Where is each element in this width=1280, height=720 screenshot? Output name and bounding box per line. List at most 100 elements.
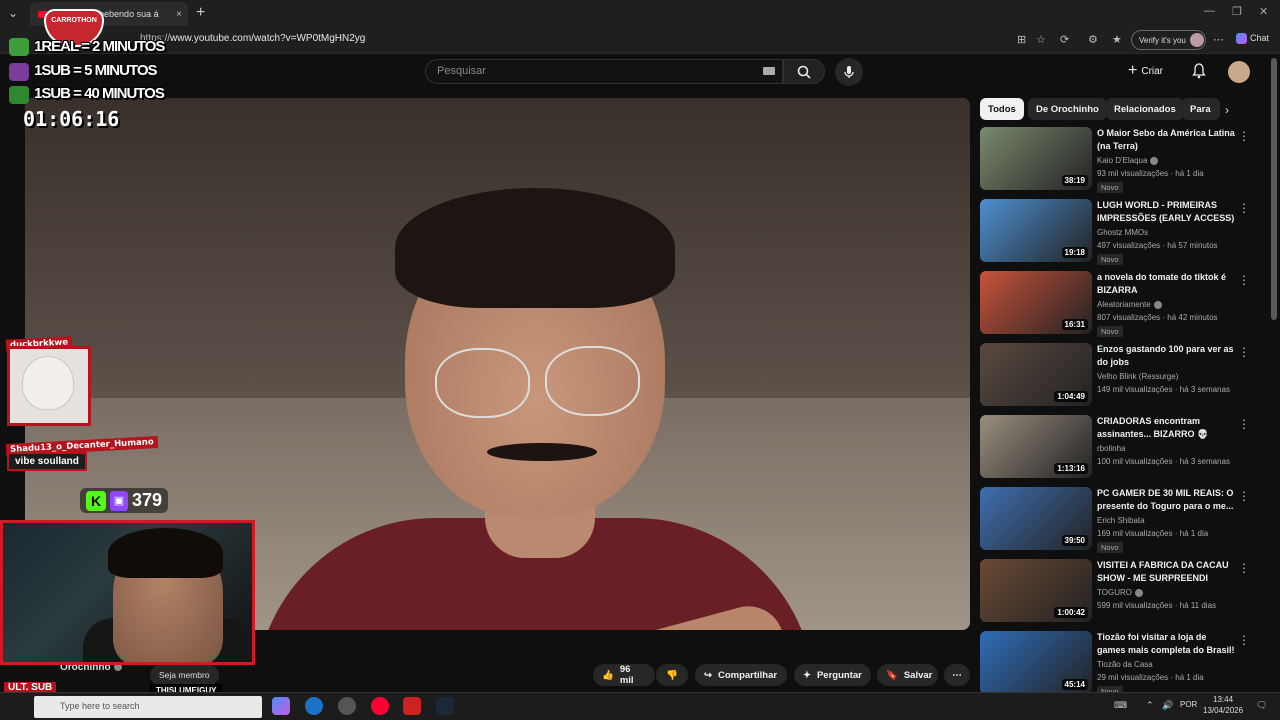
- chip-relacionados[interactable]: Relacionados: [1106, 98, 1184, 120]
- chips-next-chevron-icon[interactable]: ›: [1225, 103, 1229, 117]
- recommendation-item[interactable]: 1:13:16 CRIADORAS encontram assinantes...…: [980, 415, 1250, 481]
- more-options-icon[interactable]: ⋮: [1238, 201, 1250, 215]
- verify-profile-button[interactable]: Verify it's you: [1131, 30, 1206, 50]
- chip-para[interactable]: Para: [1182, 98, 1220, 120]
- obs-app-icon[interactable]: [338, 697, 356, 715]
- app-available-icon[interactable]: ⊞: [1017, 33, 1026, 46]
- video-thumbnail[interactable]: 19:18: [980, 199, 1092, 262]
- recommendation-item[interactable]: 45:14 Tiozão foi visitar a loja de games …: [980, 631, 1250, 697]
- new-tab-button[interactable]: +: [196, 4, 205, 22]
- recommendation-item[interactable]: 19:18 LUGH WORLD - PRIMEIRAS IMPRESSÕES (…: [980, 199, 1250, 265]
- video-thumbnail[interactable]: 1:00:42: [980, 559, 1092, 622]
- url-field[interactable]: https://www.youtube.com/watch?v=WP0tMgHN…: [140, 33, 365, 44]
- video-duration: 16:31: [1061, 319, 1088, 330]
- recommendation-item[interactable]: 16:31 a novela do tomate do tiktok é BIZA…: [980, 271, 1250, 337]
- recommendation-item[interactable]: 39:50 PC GAMER DE 30 MIL REAIS: O present…: [980, 487, 1250, 553]
- notifications-center-icon[interactable]: 🗨: [1256, 700, 1267, 711]
- video-title[interactable]: PC GAMER DE 30 MIL REAIS: O presente do …: [1097, 487, 1237, 513]
- search-icon: [797, 65, 811, 79]
- video-title[interactable]: VISITEI A FABRICA DA CACAU SHOW - ME SUR…: [1097, 559, 1237, 585]
- verify-label: Verify it's you: [1139, 35, 1186, 45]
- youtube-app-icon[interactable]: [371, 697, 389, 715]
- video-title[interactable]: Tiozão foi visitar a loja de games mais …: [1097, 631, 1237, 657]
- notifications-button[interactable]: [1192, 63, 1206, 84]
- ask-button[interactable]: ✦ Perguntar: [794, 664, 871, 686]
- video-channel[interactable]: Velho Blink (Ressurge): [1097, 372, 1178, 381]
- video-channel[interactable]: Ghostz MMOs: [1097, 228, 1148, 237]
- video-channel[interactable]: TOGURO: [1097, 588, 1143, 597]
- more-options-icon[interactable]: ⋮: [1238, 345, 1250, 359]
- keyboard-tray-icon[interactable]: ⌨: [1114, 700, 1127, 711]
- show-hidden-icons-icon[interactable]: ⌃: [1146, 700, 1154, 711]
- page-scrollbar[interactable]: [1271, 58, 1277, 320]
- search-input[interactable]: Pesquisar: [425, 59, 783, 84]
- like-button[interactable]: 👍 96 mil: [593, 664, 655, 686]
- input-language[interactable]: POR: [1180, 700, 1197, 709]
- ask-label: Perguntar: [816, 669, 862, 681]
- video-title[interactable]: Enzos gastando 100 para ver as do jobs: [1097, 343, 1237, 369]
- clock-time[interactable]: 13:44: [1213, 695, 1233, 704]
- video-thumbnail[interactable]: 1:04:49: [980, 343, 1092, 406]
- more-options-icon[interactable]: ⋮: [1238, 273, 1250, 287]
- verified-icon: [1153, 300, 1162, 309]
- more-actions-button[interactable]: ⋯: [944, 664, 970, 686]
- video-thumbnail[interactable]: 16:31: [980, 271, 1092, 334]
- recommendation-item[interactable]: 1:04:49 Enzos gastando 100 para ver as do…: [980, 343, 1250, 409]
- dislike-button[interactable]: 👎: [656, 664, 688, 686]
- maximize-icon[interactable]: ❐: [1232, 5, 1242, 18]
- steam-app-icon[interactable]: [436, 697, 454, 715]
- create-button[interactable]: + Criar: [1128, 62, 1163, 80]
- taskbar-search-input[interactable]: Type here to search: [34, 696, 262, 718]
- video-meta: 100 mil visualizações · há 3 semanas: [1097, 457, 1230, 466]
- more-options-icon[interactable]: ⋮: [1238, 489, 1250, 503]
- clock-date[interactable]: 13/04/2026: [1203, 706, 1243, 715]
- user-avatar[interactable]: [1228, 61, 1250, 83]
- copilot-app-icon[interactable]: [272, 697, 290, 715]
- video-thumbnail[interactable]: 38:19: [980, 127, 1092, 190]
- more-options-icon[interactable]: ⋮: [1238, 633, 1250, 647]
- edge-app-icon[interactable]: [305, 697, 323, 715]
- save-button[interactable]: 🔖 Salvar: [877, 664, 938, 686]
- video-channel[interactable]: Erich Shibata: [1097, 516, 1145, 525]
- search-button[interactable]: [783, 59, 825, 84]
- volume-icon[interactable]: 🔊: [1162, 700, 1173, 711]
- video-title[interactable]: O Maior Sebo da América Latina (na Terra…: [1097, 127, 1237, 153]
- tab-close-icon[interactable]: ×: [176, 9, 182, 20]
- join-button[interactable]: Seja membro: [150, 665, 219, 685]
- video-editor-app-icon[interactable]: [403, 697, 421, 715]
- video-channel-name: TOGURO: [1097, 588, 1132, 597]
- video-channel[interactable]: rbolinha: [1097, 444, 1125, 453]
- video-title[interactable]: CRIADORAS encontram assinantes... BIZARR…: [1097, 415, 1237, 441]
- video-title[interactable]: a novela do tomate do tiktok é BIZARRA: [1097, 271, 1237, 297]
- tab-list-chevron-icon[interactable]: ⌄: [8, 6, 18, 20]
- minimize-icon[interactable]: —: [1204, 5, 1215, 17]
- video-thumbnail[interactable]: 45:14: [980, 631, 1092, 694]
- favorites-icon[interactable]: ★: [1112, 33, 1122, 46]
- video-channel[interactable]: Tiozão da Casa: [1097, 660, 1153, 669]
- copilot-chat-button[interactable]: Chat: [1236, 33, 1269, 45]
- sparkle-icon: ✦: [803, 669, 811, 681]
- video-channel[interactable]: Aleatoriamente: [1097, 300, 1162, 309]
- keyboard-icon[interactable]: [763, 67, 775, 75]
- chip-de-orochinho[interactable]: De Orochinho: [1028, 98, 1107, 120]
- extensions-icon[interactable]: ⚙: [1088, 33, 1098, 46]
- more-options-icon[interactable]: ⋮: [1238, 417, 1250, 431]
- more-options-icon[interactable]: ⋮: [1238, 129, 1250, 143]
- viewer-counter: K ▣ 379: [80, 488, 169, 513]
- video-title[interactable]: LUGH WORLD - PRIMEIRAS IMPRESSÕES (EARLY…: [1097, 199, 1237, 225]
- recommendation-item[interactable]: 1:00:42 VISITEI A FABRICA DA CACAU SHOW -…: [980, 559, 1250, 625]
- video-thumbnail[interactable]: 39:50: [980, 487, 1092, 550]
- favorite-star-icon[interactable]: ☆: [1036, 33, 1046, 46]
- thumbs-down-icon: 👎: [666, 669, 678, 681]
- video-channel[interactable]: Kaio D'Elaqua: [1097, 156, 1159, 165]
- refresh-extension-icon[interactable]: ⟳: [1060, 33, 1069, 46]
- close-window-icon[interactable]: ✕: [1259, 5, 1268, 18]
- voice-search-button[interactable]: [835, 58, 863, 86]
- browser-menu-icon[interactable]: ⋯: [1213, 33, 1224, 46]
- like-count: 96 mil: [619, 664, 634, 686]
- share-button[interactable]: ↪ Compartilhar: [695, 664, 787, 686]
- video-thumbnail[interactable]: 1:13:16: [980, 415, 1092, 478]
- recommendation-item[interactable]: 38:19 O Maior Sebo da América Latina (na …: [980, 127, 1250, 193]
- more-options-icon[interactable]: ⋮: [1238, 561, 1250, 575]
- chip-todos[interactable]: Todos: [980, 98, 1024, 120]
